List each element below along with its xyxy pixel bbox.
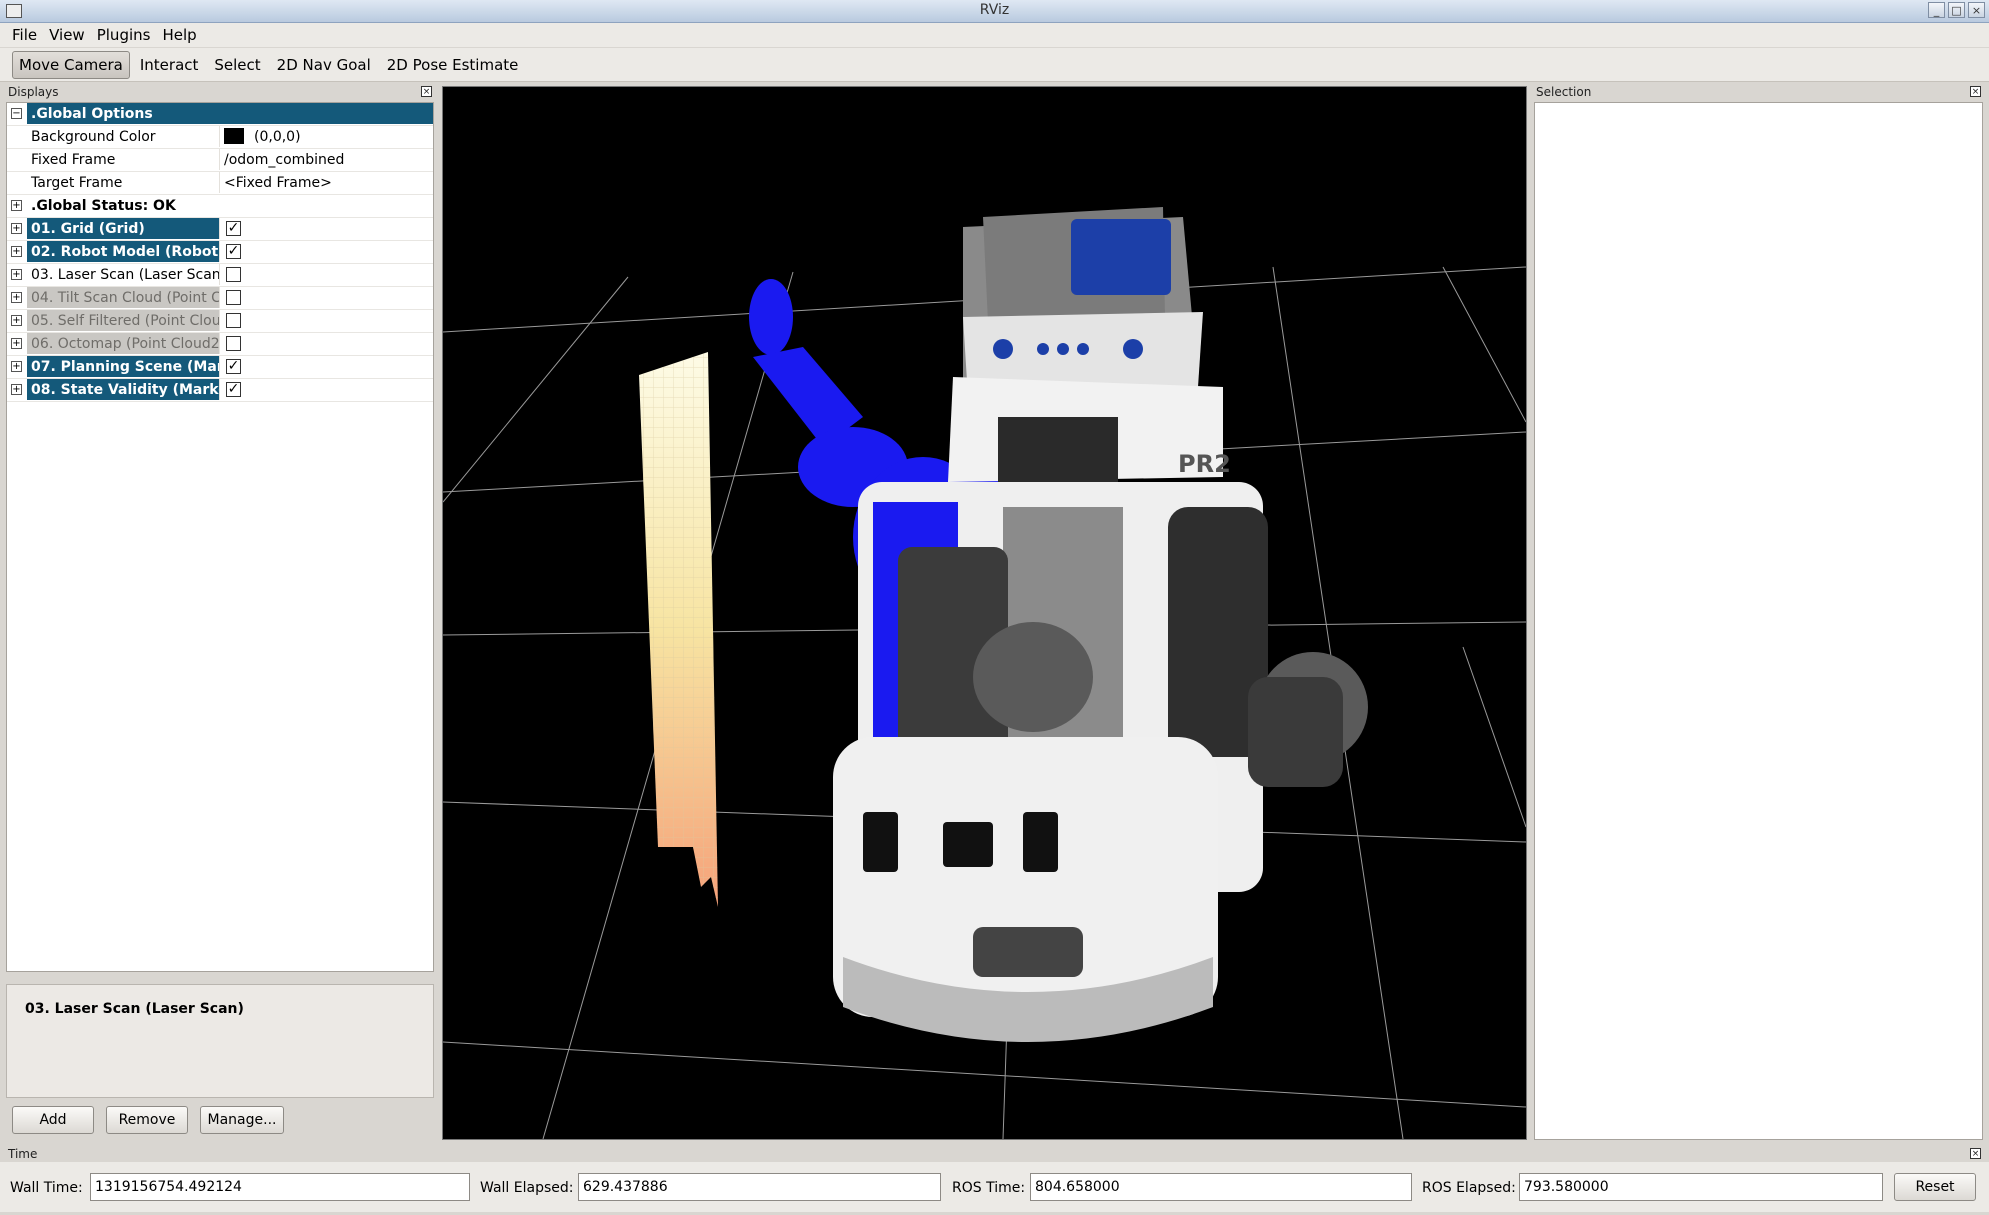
display-label[interactable]: 01. Grid (Grid) <box>27 218 219 239</box>
display-label[interactable]: 02. Robot Model (Robot Model) <box>27 241 219 262</box>
display-description: 03. Laser Scan (Laser Scan) <box>6 984 434 1098</box>
maximize-icon[interactable]: □ <box>1948 2 1965 18</box>
reset-button[interactable]: Reset <box>1894 1173 1976 1201</box>
property-label: Fixed Frame <box>31 152 116 168</box>
selection-panel <box>1534 102 1983 1140</box>
display-label[interactable]: 08. State Validity (Marker) <box>27 379 219 400</box>
expand-icon[interactable]: + <box>11 292 22 303</box>
enable-checkbox[interactable] <box>226 267 241 282</box>
title-bar: RViz _ □ × <box>0 0 1989 23</box>
ros-time-field[interactable]: 804.658000 <box>1030 1173 1412 1201</box>
displays-tree: − .Global Options Background Color (0,0,… <box>6 102 434 972</box>
ros-elapsed-label: ROS Elapsed: <box>1422 1180 1516 1196</box>
tool-2d-nav-goal[interactable]: 2D Nav Goal <box>271 52 377 78</box>
tool-interact[interactable]: Interact <box>134 52 205 78</box>
display-row[interactable]: + 03. Laser Scan (Laser Scan) <box>7 264 433 287</box>
enable-checkbox[interactable]: ✓ <box>226 359 241 374</box>
robot-label: PR2 <box>1178 450 1231 478</box>
display-row[interactable]: + 05. Self Filtered (Point Cloud2) <box>7 310 433 333</box>
collapse-icon[interactable]: − <box>11 108 22 119</box>
wall-elapsed-field[interactable]: 629.437886 <box>578 1173 941 1201</box>
global-options-label[interactable]: .Global Options <box>27 103 433 124</box>
selection-title: Selection <box>1536 85 1592 99</box>
menu-plugins[interactable]: Plugins <box>97 26 151 44</box>
time-title: Time <box>8 1147 38 1161</box>
enable-checkbox[interactable]: ✓ <box>226 221 241 236</box>
expand-icon[interactable]: + <box>11 315 22 326</box>
color-swatch[interactable] <box>224 128 244 144</box>
property-value[interactable]: <Fixed Frame> <box>219 172 433 193</box>
description-text: 03. Laser Scan (Laser Scan) <box>25 1001 244 1017</box>
remove-button[interactable]: Remove <box>106 1106 188 1134</box>
displays-title: Displays <box>8 85 59 99</box>
display-label[interactable]: 03. Laser Scan (Laser Scan) <box>27 264 219 285</box>
close-icon[interactable]: × <box>1970 1148 1981 1159</box>
property-label: Background Color <box>31 129 156 145</box>
property-row[interactable]: Background Color (0,0,0) <box>7 126 433 149</box>
minimize-icon[interactable]: _ <box>1928 2 1945 18</box>
expand-icon[interactable]: + <box>11 200 22 211</box>
display-label[interactable]: 05. Self Filtered (Point Cloud2) <box>27 310 219 331</box>
display-label[interactable]: 07. Planning Scene (Marker) <box>27 356 219 377</box>
time-panel-header: Time × <box>4 1146 1985 1162</box>
expand-icon[interactable]: + <box>11 246 22 257</box>
close-icon[interactable]: × <box>1968 2 1985 18</box>
expand-icon[interactable]: + <box>11 338 22 349</box>
display-label[interactable]: 04. Tilt Scan Cloud (Point Cloud2) <box>27 287 219 308</box>
global-status-label[interactable]: .Global Status: OK <box>27 195 433 216</box>
expand-icon[interactable]: + <box>11 223 22 234</box>
ros-elapsed-field[interactable]: 793.580000 <box>1519 1173 1883 1201</box>
display-row[interactable]: + 08. State Validity (Marker) ✓ <box>7 379 433 402</box>
enable-checkbox[interactable] <box>226 290 241 305</box>
wall-time-field[interactable]: 1319156754.492124 <box>90 1173 470 1201</box>
property-row[interactable]: Target Frame <Fixed Frame> <box>7 172 433 195</box>
display-row[interactable]: + 01. Grid (Grid) ✓ <box>7 218 433 241</box>
selection-panel-header: Selection × <box>1532 84 1985 100</box>
menu-help[interactable]: Help <box>162 26 196 44</box>
displays-panel-header: Displays × <box>4 84 436 100</box>
display-row[interactable]: + 04. Tilt Scan Cloud (Point Cloud2) <box>7 287 433 310</box>
property-value[interactable]: (0,0,0) <box>254 129 301 145</box>
tool-move-camera[interactable]: Move Camera <box>12 50 130 79</box>
octomap-column <box>639 352 718 907</box>
tool-select[interactable]: Select <box>208 52 266 78</box>
property-label: Target Frame <box>31 175 123 191</box>
enable-checkbox[interactable]: ✓ <box>226 382 241 397</box>
tree-row-global-options[interactable]: − .Global Options <box>7 103 433 126</box>
enable-checkbox[interactable] <box>226 336 241 351</box>
tool-bar: Move Camera Interact Select 2D Nav Goal … <box>0 48 1989 82</box>
wall-time-label: Wall Time: <box>10 1180 83 1196</box>
expand-icon[interactable]: + <box>11 384 22 395</box>
window-title: RViz <box>979 2 1010 18</box>
close-icon[interactable]: × <box>421 86 432 97</box>
display-label[interactable]: 06. Octomap (Point Cloud2) <box>27 333 219 354</box>
ros-time-label: ROS Time: <box>952 1180 1026 1196</box>
display-row[interactable]: + 02. Robot Model (Robot Model) ✓ <box>7 241 433 264</box>
tree-row-global-status[interactable]: + .Global Status: OK <box>7 195 433 218</box>
enable-checkbox[interactable] <box>226 313 241 328</box>
expand-icon[interactable]: + <box>11 361 22 372</box>
property-value[interactable]: /odom_combined <box>219 149 433 170</box>
menu-file[interactable]: File <box>12 26 37 44</box>
head-sensor <box>1071 219 1171 295</box>
menu-view[interactable]: View <box>49 26 85 44</box>
display-row[interactable]: + 06. Octomap (Point Cloud2) <box>7 333 433 356</box>
property-row[interactable]: Fixed Frame /odom_combined <box>7 149 433 172</box>
render-viewport[interactable]: PR2 <box>442 86 1527 1140</box>
close-icon[interactable]: × <box>1970 86 1981 97</box>
3d-scene[interactable]: PR2 <box>443 87 1526 1139</box>
expand-icon[interactable]: + <box>11 269 22 280</box>
wall-elapsed-label: Wall Elapsed: <box>480 1180 574 1196</box>
menu-bar: File View Plugins Help <box>0 23 1989 47</box>
enable-checkbox[interactable]: ✓ <box>226 244 241 259</box>
tool-2d-pose-estimate[interactable]: 2D Pose Estimate <box>381 52 525 78</box>
add-button[interactable]: Add <box>12 1106 94 1134</box>
display-row[interactable]: + 07. Planning Scene (Marker) ✓ <box>7 356 433 379</box>
manage-button[interactable]: Manage... <box>200 1106 284 1134</box>
